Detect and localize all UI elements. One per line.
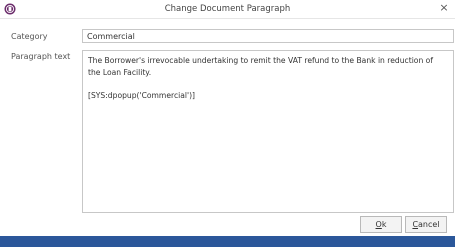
title-divider — [0, 18, 455, 19]
window-title: Change Document Paragraph — [164, 4, 291, 14]
paragraph-blank-line — [88, 78, 448, 90]
title-bar: Change Document Paragraph × — [0, 0, 455, 18]
bottom-accent-bar — [0, 236, 455, 247]
cancel-button[interactable]: Cancel — [405, 216, 447, 233]
change-paragraph-dialog: Change Document Paragraph × Category Com… — [0, 0, 455, 247]
paragraph-line: the Loan Facility. — [88, 67, 152, 77]
paragraph-text-area[interactable]: The Borrower's irrevocable undertaking t… — [82, 50, 454, 213]
paragraph-line: The Borrower's irrevocable undertaking t… — [88, 56, 433, 65]
category-label: Category — [11, 32, 48, 41]
cancel-label-rest: ancel — [418, 220, 440, 229]
paragraph-text-label: Paragraph text — [11, 52, 71, 61]
ok-button[interactable]: Ok — [360, 216, 402, 233]
close-icon[interactable]: × — [439, 2, 449, 13]
ok-label-rest: k — [381, 220, 387, 229]
paragraph-line: [SYS:dpopup('Commercial')] — [88, 90, 196, 100]
category-input[interactable]: Commercial — [82, 29, 454, 43]
